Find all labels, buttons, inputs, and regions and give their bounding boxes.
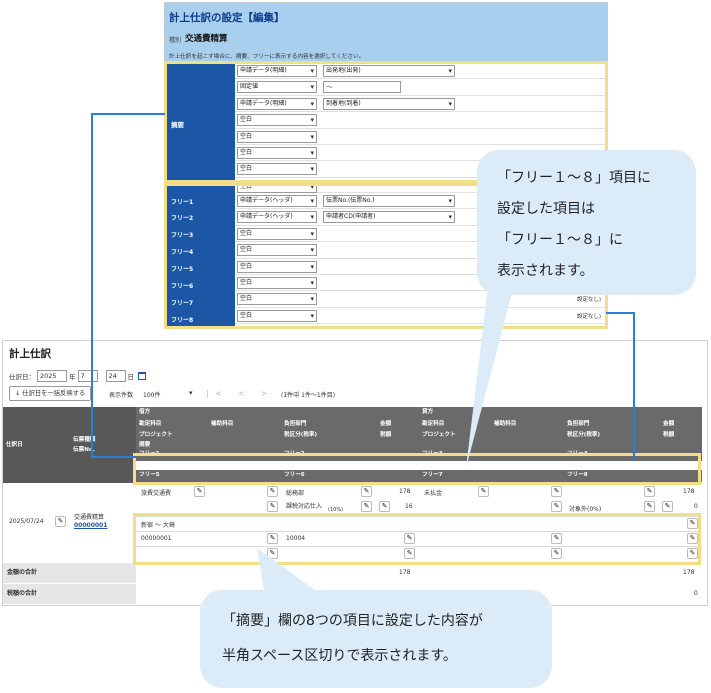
edit-icon[interactable]: ✎ xyxy=(194,486,205,497)
debit-account-header: 勘定科目 xyxy=(136,419,208,430)
col-slip-no: 伝票No. xyxy=(73,447,95,453)
free-callout-line-3: 「フリー１〜８」に xyxy=(497,232,623,248)
day-input[interactable]: 24 xyxy=(105,370,126,382)
dialog-description: 計上仕訳を起こす場合に、摘要、フリーに表示する内容を選択してください。 xyxy=(169,54,365,60)
debit-subaccount-header: 補助科目 xyxy=(208,419,281,430)
journal-date-row: 仕訳日： 2025 年 7 24 日 xyxy=(9,369,146,383)
calendar-icon[interactable] xyxy=(138,372,146,380)
tax-total-label: 税額の合計 xyxy=(3,584,136,604)
debit-account-value: 旅費交通費 xyxy=(141,490,172,497)
credit-tax-header: 税区分(税率) xyxy=(564,430,660,441)
edit-icon[interactable]: ✎ xyxy=(361,486,372,497)
screen-title: 計上仕訳 xyxy=(9,348,51,360)
edit-icon[interactable]: ✎ xyxy=(379,501,390,512)
dialog-header: 計上仕訳の設定【編集】 種別 交通費精算 計上仕訳を起こす場合に、摘要、フリーに… xyxy=(165,3,607,61)
edit-icon[interactable]: ✎ xyxy=(361,501,372,512)
summary-callout-line-2: 半角スペース区切りで表示されます。 xyxy=(222,648,457,664)
col-journal-date: 仕訳日 xyxy=(3,407,70,483)
col-slip-type: 伝票種類 xyxy=(73,437,96,443)
summary-callout: 「摘要」欄の8つの項目に設定した内容が 半角スペース区切りで表示されます。 xyxy=(200,590,552,688)
credit-tax-amount-header: 税額 xyxy=(660,430,702,441)
summary-callout-line-1: 「摘要」欄の8つの項目に設定した内容が xyxy=(222,613,483,629)
type-label: 種別 xyxy=(169,37,182,44)
perpage-label: 表示件数 xyxy=(109,392,134,399)
connector-line xyxy=(91,113,93,458)
year-unit: 年 xyxy=(69,373,76,381)
free-callout-line-4: 表示されます。 xyxy=(497,263,594,279)
perpage-select[interactable]: 100件 xyxy=(143,390,160,399)
credit-dept-header: 負担部門 xyxy=(564,419,660,430)
type-value: 交通費精算 xyxy=(185,34,228,44)
free-callout-line-1: 「フリー１〜８」項目に xyxy=(497,170,651,186)
credit-amount-header: 金額 xyxy=(660,419,702,430)
row-slip-type: 交通費精算 xyxy=(74,514,105,521)
edit-icon[interactable]: ✎ xyxy=(662,501,673,512)
credit-amount-value: 178 xyxy=(683,488,695,495)
connector-line xyxy=(91,456,136,458)
page-info: (1件中 1件〜1件目) xyxy=(281,392,336,399)
edit-icon[interactable]: ✎ xyxy=(644,486,655,497)
amount-total-label: 金額の合計 xyxy=(3,563,136,583)
year-input[interactable]: 2025 xyxy=(37,370,67,382)
edit-icon[interactable]: ✎ xyxy=(551,486,562,497)
debit-tax-amount-value: 16 xyxy=(405,503,413,510)
credit-tax-amount-value: 0 xyxy=(694,503,698,510)
edit-icon[interactable]: ✎ xyxy=(551,501,562,512)
connector-line xyxy=(606,312,635,314)
dialog-title: 計上仕訳の設定【編集】 xyxy=(169,12,285,24)
day-unit: 日 xyxy=(127,373,135,381)
tax-total-credit: 0 xyxy=(694,590,698,597)
summary-header: 摘要 xyxy=(136,441,702,449)
connector-line xyxy=(91,113,165,115)
free-callout-tail xyxy=(466,270,518,468)
chevron-down-icon: ▾ xyxy=(189,389,193,397)
row-date: 2025/07/24 xyxy=(9,518,44,525)
debit-tax-value: 課税対応仕入 xyxy=(286,503,323,510)
debit-tax-header: 税区分(税率) xyxy=(281,430,377,441)
free-callout: 「フリー１〜８」項目に 設定した項目は 「フリー１〜８」に 表示されます。 xyxy=(477,150,696,295)
debit-tax-amount-header: 税額 xyxy=(377,430,419,441)
edit-icon[interactable]: ✎ xyxy=(267,486,278,497)
edit-icon[interactable]: ✎ xyxy=(478,486,489,497)
summary-value-highlight xyxy=(133,513,701,565)
col-slip: 伝票種類 伝票No. xyxy=(70,407,136,483)
debit-dept-header: 負担部門 xyxy=(281,419,377,430)
edit-date-icon[interactable]: ✎ xyxy=(55,516,66,527)
free-callout-line-2: 設定した項目は xyxy=(497,201,595,217)
edit-icon[interactable]: ✎ xyxy=(267,501,278,512)
credit-account-value: 未払金 xyxy=(424,490,443,497)
debit-amount-value: 178 xyxy=(399,488,411,495)
amount-total-credit: 178 xyxy=(683,569,695,576)
amount-total-debit: 178 xyxy=(399,569,411,576)
debit-project-header: プロジェクト xyxy=(136,430,281,441)
debit-dept-value: 総務部 xyxy=(286,490,305,497)
debit-header: 借方 xyxy=(136,407,419,419)
free-header-highlight xyxy=(133,453,701,485)
credit-tax-value: 対象外(0%) xyxy=(569,506,602,513)
apply-date-button[interactable]: ↓ 仕訳日を一括反映する xyxy=(9,386,92,401)
debit-amount-header: 金額 xyxy=(377,419,419,430)
row-slip-no-link[interactable]: 00000001 xyxy=(74,522,107,529)
connector-line xyxy=(633,312,635,460)
date-label: 仕訳日： xyxy=(9,373,35,381)
edit-icon[interactable]: ✎ xyxy=(644,501,655,512)
month-input[interactable]: 7 xyxy=(77,370,98,382)
